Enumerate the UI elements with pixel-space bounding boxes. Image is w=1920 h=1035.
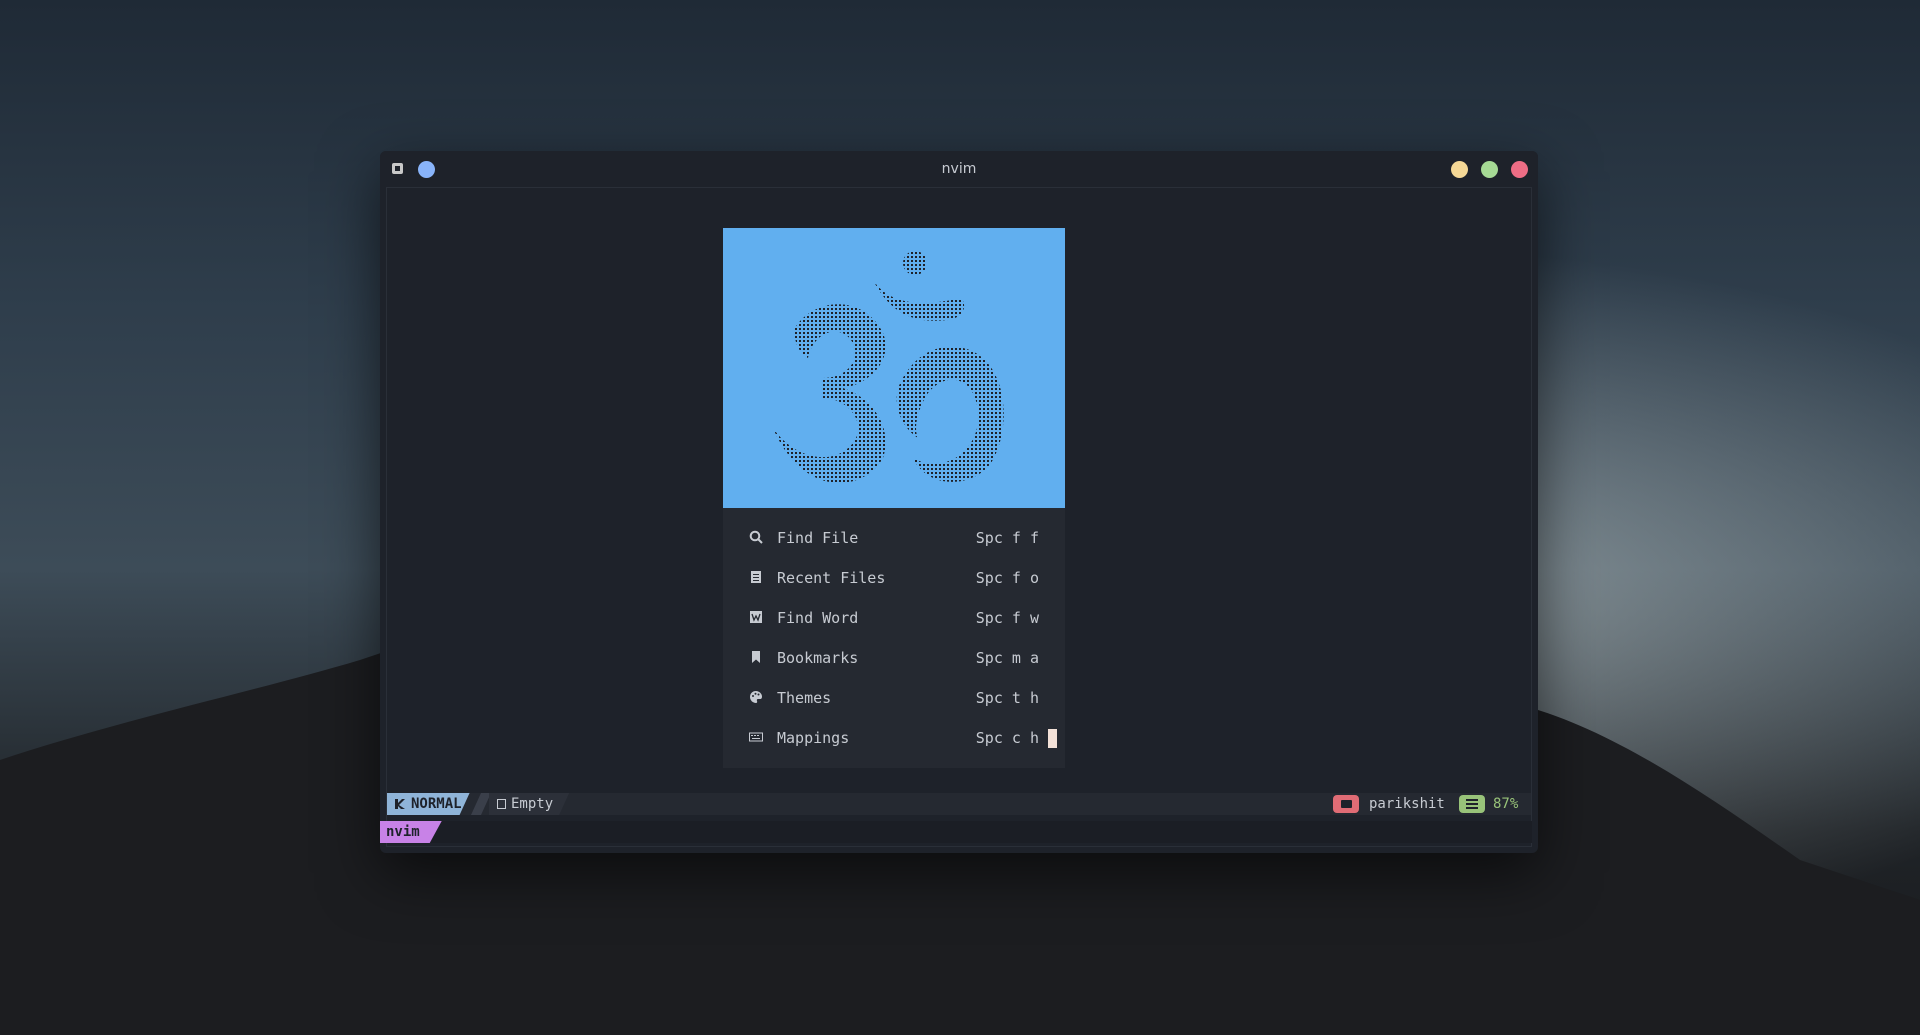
nvim-editor[interactable]: Find File Spc f f Recent Files Spc f o F… xyxy=(386,187,1532,847)
vim-icon xyxy=(395,799,405,809)
menu-item-mappings[interactable]: Mappings Spc c h xyxy=(723,718,1065,758)
window-title: nvim xyxy=(941,161,977,177)
menu-item-label: Recent Files xyxy=(777,569,886,587)
statusline-separator xyxy=(471,793,491,815)
directory-name: parikshit xyxy=(1369,796,1445,812)
mode-indicator: NORMAL xyxy=(387,793,470,815)
terminal-window[interactable]: nvim Find File Spc f f Recent Files Spc … xyxy=(380,151,1538,853)
menu-item-recent-files[interactable]: Recent Files Spc f o xyxy=(723,558,1065,598)
file-segment: Empty xyxy=(489,793,569,815)
menu-item-label: Find Word xyxy=(777,609,859,627)
close-button[interactable] xyxy=(1511,161,1528,178)
search-icon xyxy=(749,530,763,544)
file-name: Empty xyxy=(511,796,554,812)
menu-item-bookmarks[interactable]: Bookmarks Spc m a xyxy=(723,638,1065,678)
statusline: NORMAL Empty parikshit 87% xyxy=(387,793,1531,815)
dashboard-header xyxy=(723,228,1065,508)
tab-nvim[interactable]: nvim xyxy=(380,821,442,843)
menu-item-find-file[interactable]: Find File Spc f f xyxy=(723,518,1065,558)
maximize-button[interactable] xyxy=(1481,161,1498,178)
om-icon xyxy=(773,251,1004,483)
menu-item-shortcut: Spc f o xyxy=(975,569,1039,587)
mode-label: NORMAL xyxy=(411,796,462,812)
minimize-button[interactable] xyxy=(1451,161,1468,178)
menu-item-find-word[interactable]: Find Word Spc f w xyxy=(723,598,1065,638)
menu-item-shortcut: Spc t h xyxy=(975,689,1039,707)
word-icon xyxy=(750,611,762,623)
text-cursor xyxy=(1048,729,1057,748)
menu-item-shortcut: Spc f f xyxy=(975,529,1039,547)
menu-item-themes[interactable]: Themes Spc t h xyxy=(723,678,1065,718)
file-icon xyxy=(497,799,506,809)
menu-item-shortcut: Spc m a xyxy=(975,649,1039,667)
title-bar[interactable]: nvim xyxy=(380,151,1538,187)
tmux-tabline: nvim xyxy=(380,821,1532,843)
lines-icon xyxy=(1459,795,1485,813)
menu-item-label: Bookmarks xyxy=(777,649,859,667)
palette-icon xyxy=(750,691,762,703)
menu-item-label: Find File xyxy=(777,529,859,547)
menu-item-shortcut: Spc f w xyxy=(975,609,1039,627)
bookmark-icon xyxy=(752,651,760,663)
file-percent: 87% xyxy=(1493,796,1519,812)
menu-item-shortcut: Spc c h xyxy=(975,729,1039,747)
folder-icon xyxy=(1333,795,1359,813)
keyboard-icon xyxy=(749,732,763,742)
menu-item-label: Mappings xyxy=(777,729,850,747)
file-icon xyxy=(751,571,761,583)
dashboard-menu: Find File Spc f f Recent Files Spc f o F… xyxy=(723,508,1065,768)
menu-item-label: Themes xyxy=(777,689,832,707)
